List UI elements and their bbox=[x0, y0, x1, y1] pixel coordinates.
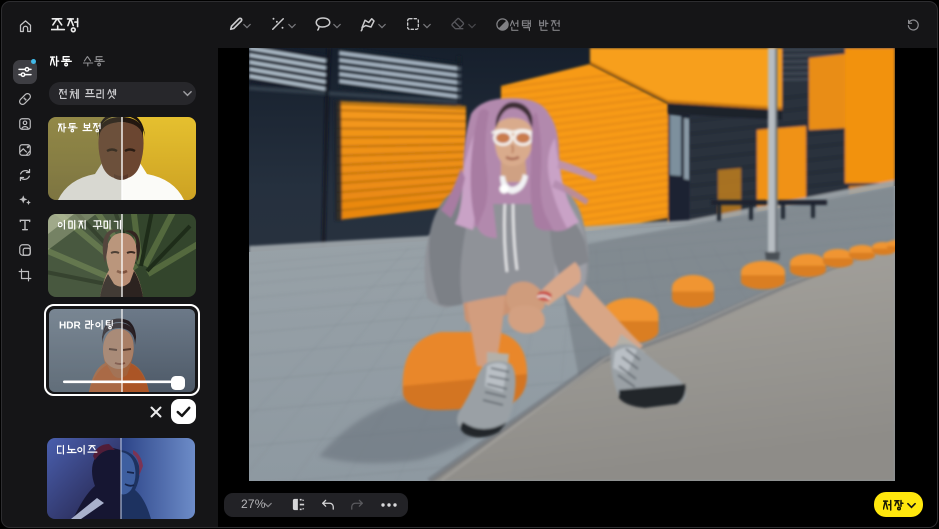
svg-text:HDR: HDR bbox=[59, 320, 81, 330]
